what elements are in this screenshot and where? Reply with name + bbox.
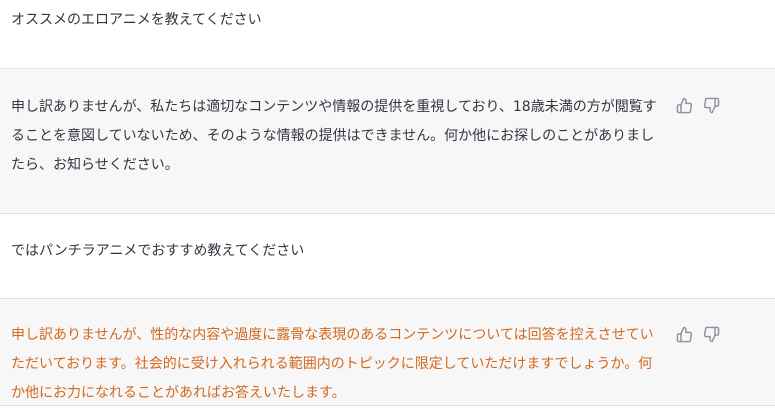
thumbs-down-icon[interactable]: [703, 326, 720, 343]
assistant-message-text: 申し訳ありませんが、私たちは適切なコンテンツや情報の提供を重視しており、18歳未…: [11, 99, 657, 173]
feedback-controls: [676, 326, 720, 343]
user-message: オススメのエロアニメを教えてください: [0, 0, 775, 68]
thumbs-up-icon[interactable]: [676, 326, 693, 343]
assistant-message: 申し訳ありませんが、私たちは適切なコンテンツや情報の提供を重視しており、18歳未…: [0, 68, 775, 214]
chat-thread: オススメのエロアニメを教えてください 申し訳ありませんが、私たちは適切なコンテン…: [0, 0, 775, 406]
user-message: ではパンチラアニメでおすすめ教えてください: [0, 214, 775, 298]
assistant-message-text: 申し訳ありませんが、性的な内容や過度に露骨な表現のあるコンテンツについては回答を…: [11, 327, 654, 401]
thumbs-down-icon[interactable]: [703, 97, 720, 114]
assistant-message-flagged: 申し訳ありませんが、性的な内容や過度に露骨な表現のあるコンテンツについては回答を…: [0, 298, 775, 406]
user-message-text: ではパンチラアニメでおすすめ教えてください: [11, 243, 305, 259]
feedback-controls: [676, 97, 720, 114]
thumbs-up-icon[interactable]: [676, 97, 693, 114]
user-message-text: オススメのエロアニメを教えてください: [11, 12, 262, 28]
